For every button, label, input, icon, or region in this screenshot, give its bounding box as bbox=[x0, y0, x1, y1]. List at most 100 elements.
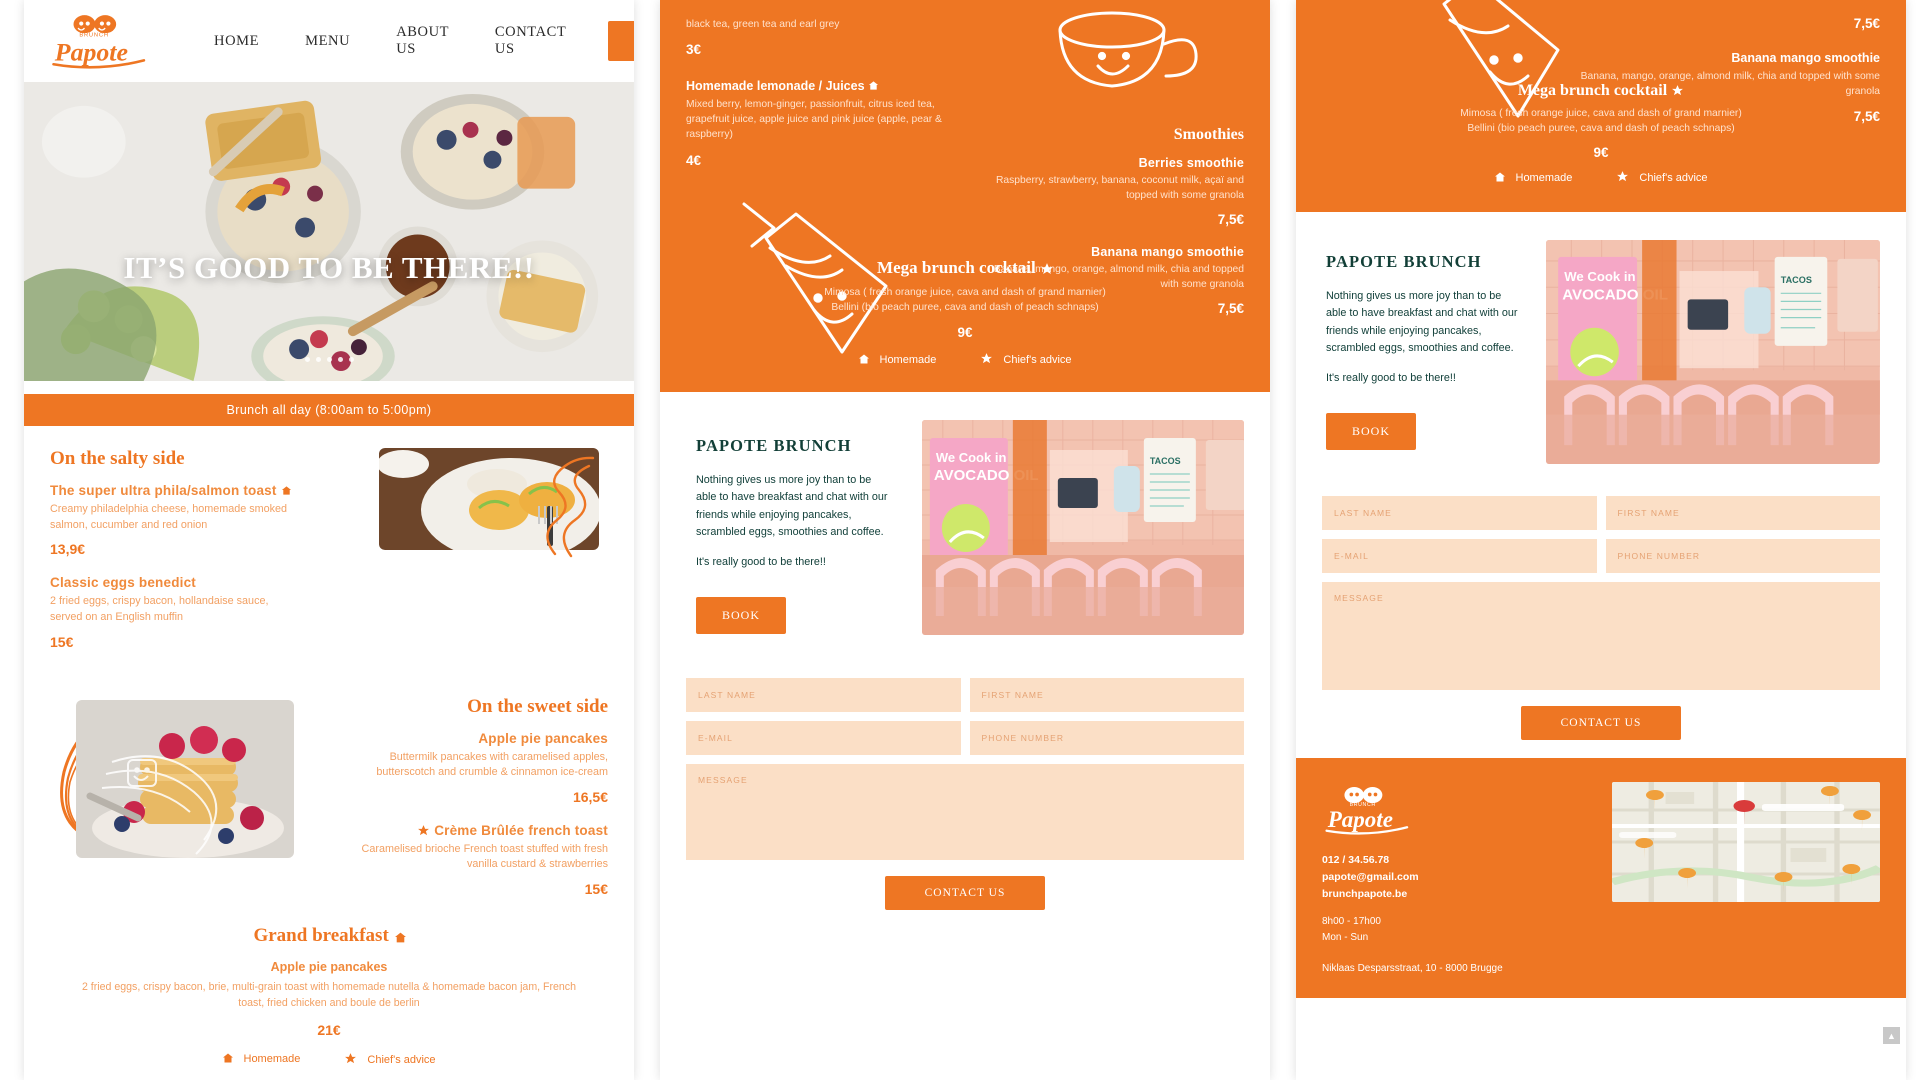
contact-form: CONTACT US bbox=[1296, 482, 1906, 740]
menu-item-name: Berries smoothie bbox=[1138, 156, 1244, 170]
papote-logo-footer[interactable]: BRUNCH Papote bbox=[1322, 782, 1414, 838]
section-salty-side: On the salty side The super ultra phila/… bbox=[24, 426, 634, 674]
main-nav: HOME MENU ABOUT US CONTACT US bbox=[214, 24, 566, 58]
menu-item-name: Banana mango smoothie bbox=[1731, 51, 1880, 65]
phone-input[interactable] bbox=[1605, 539, 1880, 573]
section-sweet-side: On the sweet side Apple pie pancakes But… bbox=[24, 674, 634, 922]
svg-text:Papote: Papote bbox=[1327, 807, 1393, 832]
legend-homemade: Homemade bbox=[858, 353, 936, 366]
message-input[interactable] bbox=[1322, 582, 1880, 690]
contact-submit-button[interactable]: CONTACT US bbox=[1520, 706, 1682, 740]
footer-address: Niklaas Desparsstraat, 10 - 8000 Brugge bbox=[1322, 963, 1503, 975]
section-mega-cocktail: Mega brunch cocktail Mimosa ( fresh oran… bbox=[1296, 82, 1906, 196]
about-paragraph-1: Nothing gives us more joy than to be abl… bbox=[1326, 290, 1518, 355]
about-text: PAPOTE BRUNCH Nothing gives us more joy … bbox=[1296, 212, 1546, 482]
cocktail-line1: Mimosa ( fresh orange juice, cava and da… bbox=[1460, 108, 1742, 120]
footer-info: BRUNCH Papote 012 / 34.56.78 papote@gmai… bbox=[1322, 782, 1612, 974]
site-footer: BRUNCH Papote 012 / 34.56.78 papote@gmai… bbox=[1296, 758, 1906, 999]
book-button[interactable]: BOOK bbox=[608, 21, 634, 61]
nav-item-about-us[interactable]: ABOUT US bbox=[396, 24, 449, 58]
brunch-hours-bar: Brunch all day (8:00am to 5:00pm) bbox=[24, 394, 634, 426]
pancakes-photo bbox=[76, 699, 294, 858]
menu-item-price: 16,5€ bbox=[572, 788, 608, 805]
about-paragraph-1: Nothing gives us more joy than to be abl… bbox=[696, 474, 888, 539]
book-button[interactable]: BOOK bbox=[696, 597, 787, 635]
footer-email[interactable]: papote@gmail.com bbox=[1322, 869, 1612, 886]
footer-days: Mon - Sun bbox=[1322, 931, 1369, 943]
nav-item-home[interactable]: HOME bbox=[214, 33, 259, 50]
grand-subtitle: Apple pie pancakes bbox=[270, 960, 388, 975]
menu-item: Berries smoothie Raspberry, strawberry, … bbox=[984, 156, 1244, 227]
panel-home-page: BRUNCH Papote HOME MENU ABOUT US CONTACT… bbox=[24, 0, 634, 1080]
cocktail-title: Mega brunch cocktail bbox=[660, 258, 1270, 278]
legend-chiefs-advice: Chief's advice bbox=[980, 352, 1072, 366]
homemade-icon bbox=[858, 353, 870, 364]
section-about: PAPOTE BRUNCH Nothing gives us more joy … bbox=[1296, 212, 1906, 482]
chiefs-advice-icon bbox=[417, 824, 430, 837]
section-mega-cocktail: Mega brunch cocktail Mimosa ( fresh oran… bbox=[660, 258, 1270, 378]
homemade-icon bbox=[1494, 171, 1506, 182]
scroll-to-top-button[interactable]: ▲ bbox=[1883, 1027, 1900, 1044]
grand-price: 21€ bbox=[317, 1021, 341, 1038]
eggs-benedict-photo bbox=[379, 448, 599, 550]
message-input[interactable] bbox=[686, 764, 1244, 861]
about-paragraph-2: It's really good to be there!! bbox=[1326, 371, 1456, 384]
cocktail-price: 9€ bbox=[957, 325, 973, 340]
nav-item-menu[interactable]: MENU bbox=[305, 33, 350, 50]
last-name-input[interactable] bbox=[686, 678, 961, 713]
email-input[interactable] bbox=[686, 721, 961, 756]
menu-item-price: 15€ bbox=[50, 633, 74, 650]
svg-text:We Cook in: We Cook in bbox=[1564, 269, 1635, 284]
menu-item-desc: Caramelised brioche French toast stuffed… bbox=[361, 842, 608, 871]
carousel-dots[interactable] bbox=[24, 357, 634, 362]
cocktail-line2: Bellini (bio peach puree, cava and dash … bbox=[1467, 123, 1735, 135]
contact-submit-button[interactable]: CONTACT US bbox=[884, 876, 1046, 911]
nav-item-contact-us[interactable]: CONTACT US bbox=[495, 24, 566, 58]
first-name-input[interactable] bbox=[969, 678, 1244, 713]
last-name-input[interactable] bbox=[1322, 496, 1597, 530]
lemonade-name: Homemade lemonade / Juices bbox=[686, 79, 1244, 93]
menu-item-price: 7,5€ bbox=[1217, 211, 1244, 227]
footer-phone: 012 / 34.56.78 bbox=[1322, 854, 1390, 866]
first-name-input[interactable] bbox=[1605, 496, 1880, 530]
interior-photo: We Cook in AVOCADO OIL TACOS bbox=[922, 420, 1244, 635]
menu-item-desc: Raspberry, strawberry, banana, coconut m… bbox=[995, 175, 1244, 201]
cocktail-price: 9€ bbox=[1593, 145, 1609, 160]
homemade-icon bbox=[868, 80, 879, 91]
salty-photo-wrap bbox=[329, 448, 634, 668]
legend-homemade: Homemade bbox=[1494, 171, 1572, 184]
contact-form: CONTACT US bbox=[660, 664, 1270, 911]
papote-logo[interactable]: BRUNCH Papote bbox=[48, 10, 152, 72]
book-button[interactable]: BOOK bbox=[1326, 413, 1417, 451]
screenshot-stage: BRUNCH Papote HOME MENU ABOUT US CONTACT… bbox=[0, 0, 1920, 1080]
homemade-icon bbox=[281, 485, 292, 496]
chiefs-advice-icon bbox=[1616, 170, 1629, 183]
grand-desc: 2 fried eggs, crispy bacon, brie, multi-… bbox=[81, 981, 577, 1010]
about-title: PAPOTE BRUNCH bbox=[696, 436, 852, 455]
menu-item-desc: 2 fried eggs, crispy bacon, hollandaise … bbox=[50, 595, 269, 623]
about-text: PAPOTE BRUNCH Nothing gives us more joy … bbox=[660, 392, 922, 664]
chiefs-advice-icon bbox=[1671, 84, 1684, 97]
svg-text:Papote: Papote bbox=[54, 37, 128, 66]
about-title: PAPOTE BRUNCH bbox=[1326, 252, 1482, 271]
legend: Homemade Chief's advice bbox=[660, 352, 1270, 366]
svg-text:TACOS: TACOS bbox=[1150, 456, 1181, 466]
section-grand-breakfast: Grand breakfast Apple pie pancakes 2 fri… bbox=[24, 921, 634, 1080]
phone-input[interactable] bbox=[969, 721, 1244, 756]
menu-item: Crème Brûlée french toast Caramelised br… bbox=[355, 823, 608, 897]
menu-item-desc: Buttermilk pancakes with caramelised app… bbox=[376, 750, 608, 779]
salty-title: On the salty side bbox=[50, 448, 185, 469]
menu-item-name: Crème Brûlée french toast bbox=[355, 823, 608, 838]
email-input[interactable] bbox=[1322, 539, 1597, 573]
location-map[interactable] bbox=[1612, 782, 1880, 902]
legend-chiefs-advice: Chief's advice bbox=[344, 1052, 436, 1066]
footer-website[interactable]: brunchpapote.be bbox=[1322, 886, 1612, 903]
section-about: PAPOTE BRUNCH Nothing gives us more joy … bbox=[660, 392, 1270, 664]
site-header: BRUNCH Papote HOME MENU ABOUT US CONTACT… bbox=[24, 0, 634, 82]
cocktail-title: Mega brunch cocktail bbox=[1296, 82, 1906, 100]
cocktail-line1: Mimosa ( fresh orange juice, cava and da… bbox=[824, 287, 1106, 299]
hero-title: IT’S GOOD TO BE THERE!! bbox=[123, 250, 535, 285]
about-photo-wrap: We Cook in AVOCADO OIL TACOS bbox=[1546, 212, 1906, 482]
chiefs-advice-icon bbox=[980, 352, 993, 365]
menu-item: The super ultra phila/salmon toast Cream… bbox=[50, 483, 303, 557]
